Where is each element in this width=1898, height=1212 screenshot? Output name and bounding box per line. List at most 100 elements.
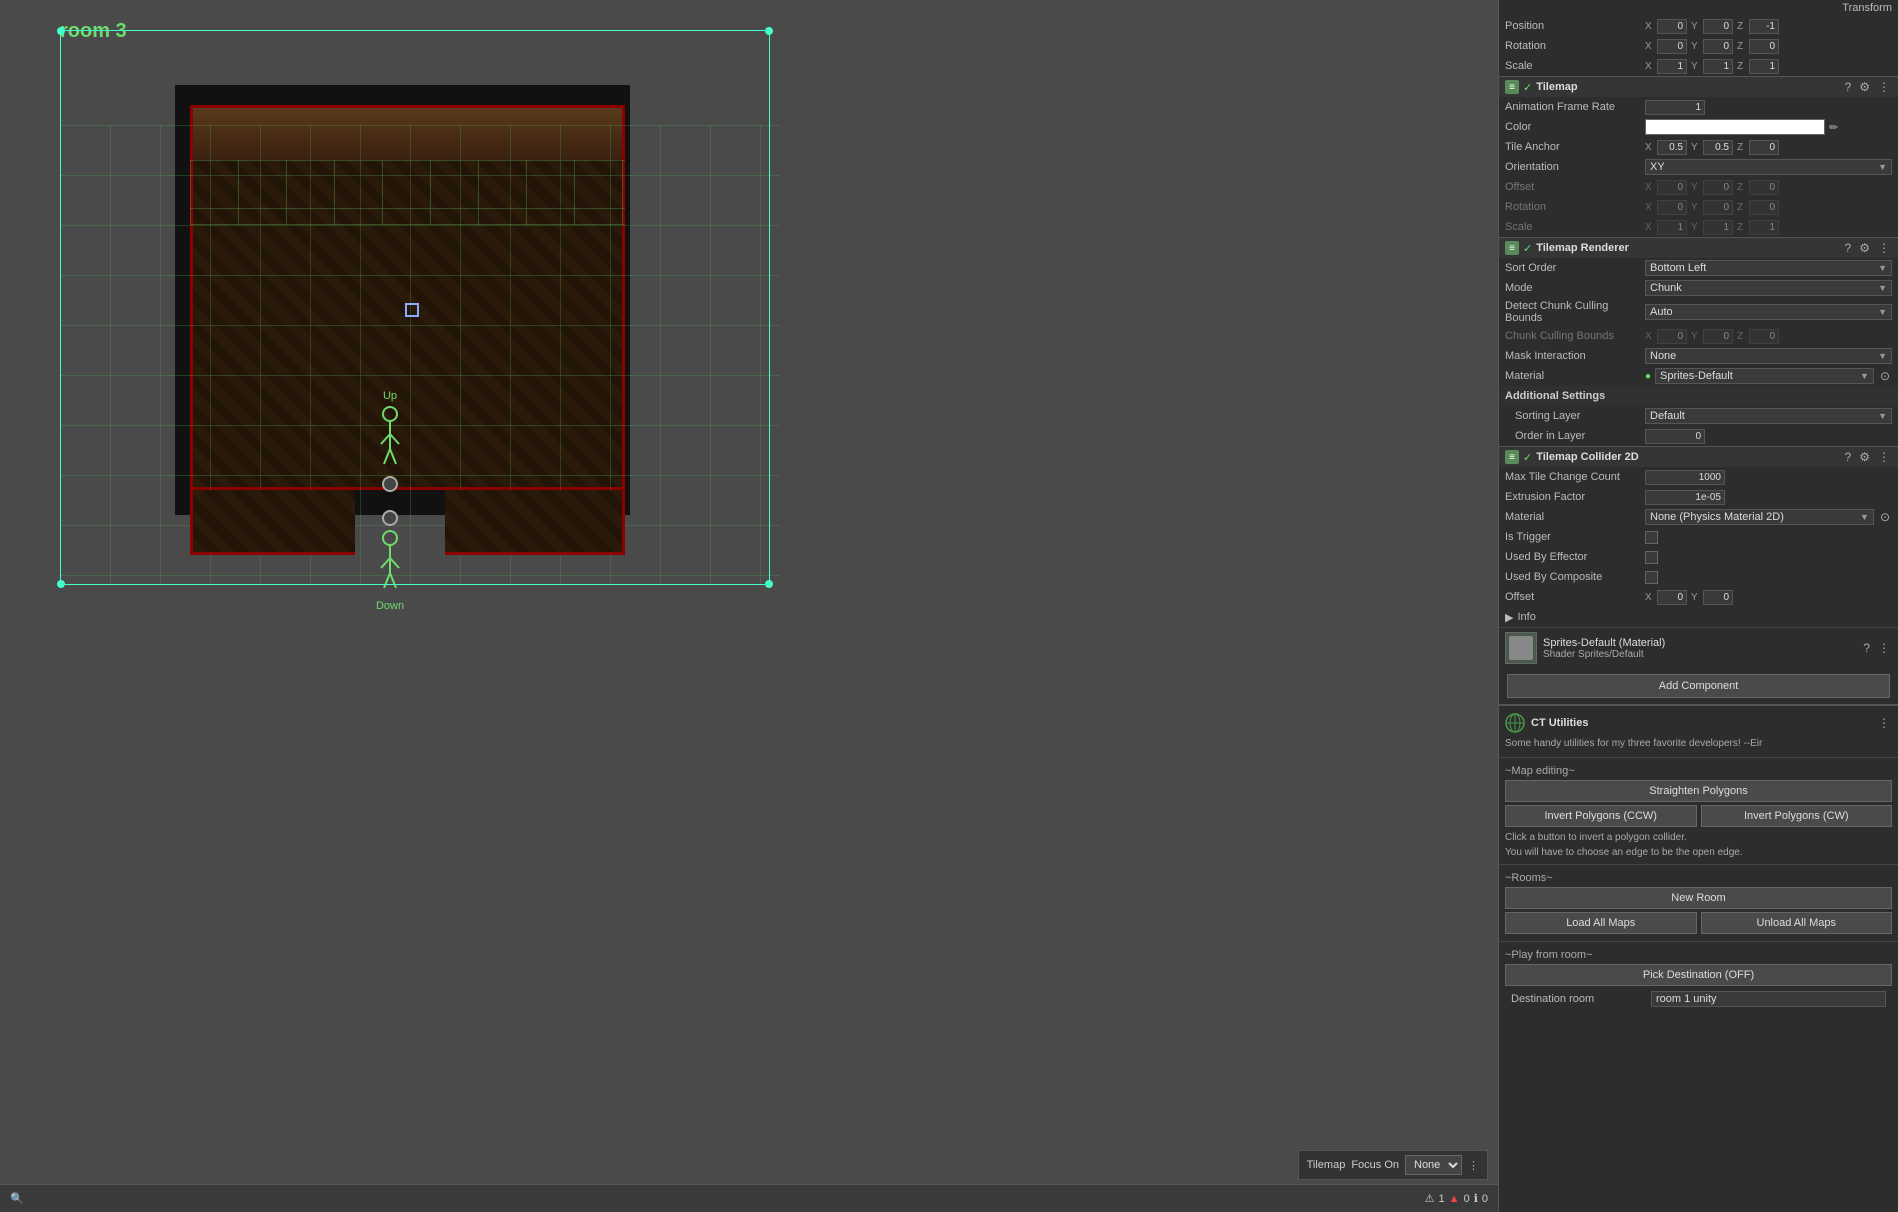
mat-preview-help[interactable]: ?: [1861, 641, 1872, 655]
detect-chunk-culling-dropdown[interactable]: Auto ▼: [1645, 304, 1892, 320]
collider-material-dropdown[interactable]: None (Physics Material 2D) ▼: [1645, 509, 1874, 525]
tilemap-renderer-checkbox[interactable]: ✓: [1523, 242, 1532, 255]
add-component-button[interactable]: Add Component: [1507, 674, 1890, 698]
renderer-material-dropdown[interactable]: Sprites-Default ▼: [1655, 368, 1874, 384]
tile-anchor-z[interactable]: [1749, 140, 1779, 155]
scale-label: Scale: [1505, 60, 1645, 72]
used-by-effector-row: Used By Effector: [1499, 547, 1898, 567]
chunk-culling-bounds-row: Chunk Culling Bounds X Y Z: [1499, 326, 1898, 346]
renderer-menu-icon[interactable]: ⋮: [1876, 241, 1892, 255]
position-x[interactable]: [1657, 19, 1687, 34]
room-right-bottom: [445, 490, 625, 555]
tilemap-menu-icon[interactable]: ⋮: [1876, 80, 1892, 94]
move-handle-up[interactable]: [382, 476, 398, 492]
map-editing-section: ~Map editing~ Straighten Polygons Invert…: [1499, 757, 1898, 864]
collider-help-icon[interactable]: ?: [1843, 450, 1854, 464]
info-row[interactable]: ▶ Info: [1499, 607, 1898, 627]
orientation-dropdown[interactable]: XY ▼: [1645, 159, 1892, 175]
renderer-settings-icon[interactable]: ⚙: [1857, 241, 1872, 255]
load-all-maps-button[interactable]: Load All Maps: [1505, 912, 1697, 934]
tilemap-component-icon: ≡: [1505, 80, 1519, 94]
pick-destination-button[interactable]: Pick Destination (OFF): [1505, 964, 1892, 986]
info-icon: ℹ: [1474, 1192, 1478, 1205]
tilemap-section-header[interactable]: ≡ ✓ Tilemap ? ⚙ ⋮: [1499, 76, 1898, 97]
collider-offset-row: Offset X Y: [1499, 587, 1898, 607]
order-in-layer-input[interactable]: [1645, 429, 1705, 444]
destination-room-input[interactable]: [1651, 991, 1886, 1007]
play-from-room-label: ~Play from room~: [1505, 946, 1892, 964]
collider-offset-x[interactable]: [1657, 590, 1687, 605]
max-tile-change-label: Max Tile Change Count: [1505, 471, 1645, 483]
scale-z[interactable]: [1749, 59, 1779, 74]
rooms-label: ~Rooms~: [1505, 869, 1892, 887]
tilemap-rotation-row: Rotation X Y Z: [1499, 197, 1898, 217]
tilemap-offset-y: [1703, 180, 1733, 195]
ct-menu-icon[interactable]: ⋮: [1876, 716, 1892, 730]
detect-chunk-culling-row: Detect Chunk Culling Bounds Auto ▼: [1499, 298, 1898, 326]
collider-menu-icon[interactable]: ⋮: [1876, 450, 1892, 464]
rotation-x[interactable]: [1657, 39, 1687, 54]
color-edit-btn[interactable]: ✏: [1829, 121, 1838, 134]
status-bar: 🔍 ⚠ 1 ▲ 0 ℹ 0: [0, 1184, 1498, 1212]
position-y[interactable]: [1703, 19, 1733, 34]
additional-settings-row: Additional Settings: [1499, 386, 1898, 406]
position-z[interactable]: [1749, 19, 1779, 34]
move-handle-down[interactable]: [382, 510, 398, 526]
unload-all-maps-button[interactable]: Unload All Maps: [1701, 912, 1893, 934]
extrusion-factor-row: Extrusion Factor: [1499, 487, 1898, 507]
extrusion-factor-input[interactable]: [1645, 490, 1725, 505]
corner-bl: [57, 580, 65, 588]
tile-anchor-y[interactable]: [1703, 140, 1733, 155]
mask-interaction-row: Mask Interaction None ▼: [1499, 346, 1898, 366]
tilemap-help-icon[interactable]: ?: [1843, 80, 1854, 94]
used-by-composite-checkbox[interactable]: [1645, 571, 1658, 584]
used-by-composite-row: Used By Composite: [1499, 567, 1898, 587]
sorting-layer-dropdown[interactable]: Default ▼: [1645, 408, 1892, 424]
mode-dropdown[interactable]: Chunk ▼: [1645, 280, 1892, 296]
collider-material-label: Material: [1505, 511, 1645, 523]
detect-chunk-culling-label: Detect Chunk Culling Bounds: [1505, 300, 1645, 324]
target-indicator: [405, 303, 419, 317]
inspector-panel: Transform Position X Y Z Rotation X Y Z …: [1498, 0, 1898, 1212]
sort-order-dropdown[interactable]: Bottom Left ▼: [1645, 260, 1892, 276]
color-swatch[interactable]: [1645, 119, 1825, 135]
info-count: 0: [1482, 1193, 1488, 1205]
rotation-z[interactable]: [1749, 39, 1779, 54]
scale-x[interactable]: [1657, 59, 1687, 74]
order-in-layer-row: Order in Layer: [1499, 426, 1898, 446]
anim-frame-rate-input[interactable]: [1645, 100, 1705, 115]
tilemap-checkbox[interactable]: ✓: [1523, 81, 1532, 94]
mat-preview-menu[interactable]: ⋮: [1876, 641, 1892, 655]
scale-y[interactable]: [1703, 59, 1733, 74]
search-input[interactable]: [30, 1193, 1419, 1205]
collider-settings-icon[interactable]: ⚙: [1857, 450, 1872, 464]
tilemap-renderer-section-icons: ? ⚙ ⋮: [1843, 241, 1892, 255]
renderer-material-label: Material: [1505, 370, 1645, 382]
tilemap-collider-checkbox[interactable]: ✓: [1523, 451, 1532, 464]
info-toggle[interactable]: ▶ Info: [1505, 611, 1536, 624]
scene-view[interactable]: room 3 Up Down: [0, 0, 1498, 1212]
destination-room-label: Destination room: [1511, 993, 1651, 1005]
new-room-button[interactable]: New Room: [1505, 887, 1892, 909]
sorting-layer-row: Sorting Layer Default ▼: [1499, 406, 1898, 426]
focus-on-select[interactable]: None: [1405, 1155, 1462, 1175]
collider-offset-y[interactable]: [1703, 590, 1733, 605]
sort-order-row: Sort Order Bottom Left ▼: [1499, 258, 1898, 278]
renderer-help-icon[interactable]: ?: [1843, 241, 1854, 255]
tile-anchor-x[interactable]: [1657, 140, 1687, 155]
toolbar-menu-icon[interactable]: ⋮: [1468, 1159, 1479, 1172]
invert-polygons-cw-button[interactable]: Invert Polygons (CW): [1701, 805, 1893, 827]
straighten-polygons-button[interactable]: Straighten Polygons: [1505, 780, 1892, 802]
tilemap-settings-icon[interactable]: ⚙: [1857, 80, 1872, 94]
collider-material-link[interactable]: ⊙: [1878, 510, 1892, 524]
tilemap-collider-section-header[interactable]: ≡ ✓ Tilemap Collider 2D ? ⚙ ⋮: [1499, 446, 1898, 467]
is-trigger-checkbox[interactable]: [1645, 531, 1658, 544]
rotation-y[interactable]: [1703, 39, 1733, 54]
invert-polygons-ccw-button[interactable]: Invert Polygons (CCW): [1505, 805, 1697, 827]
tilemap-renderer-section-header[interactable]: ≡ ✓ Tilemap Renderer ? ⚙ ⋮: [1499, 237, 1898, 258]
renderer-material-link[interactable]: ⊙: [1878, 369, 1892, 383]
chunk-culling-bounds-label: Chunk Culling Bounds: [1505, 330, 1645, 342]
mask-interaction-dropdown[interactable]: None ▼: [1645, 348, 1892, 364]
max-tile-change-input[interactable]: [1645, 470, 1725, 485]
used-by-effector-checkbox[interactable]: [1645, 551, 1658, 564]
